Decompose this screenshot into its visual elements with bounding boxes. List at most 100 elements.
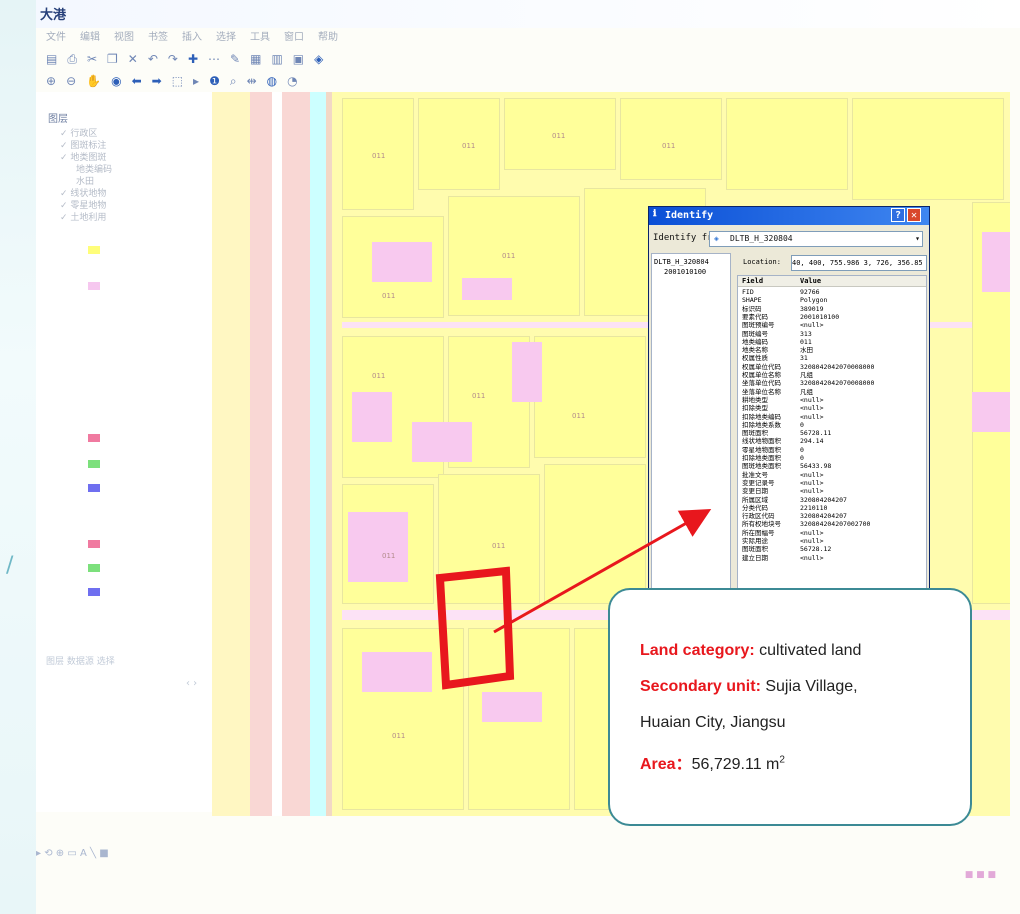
attribute-row[interactable]: 图斑面积 56728.12 [738, 545, 926, 553]
attribute-row[interactable]: 所属区域 320804204207 [738, 496, 926, 504]
scale-icon[interactable]: ⋯ [208, 52, 220, 66]
menu-item-window[interactable]: 窗口 [284, 28, 304, 46]
residential-parcel[interactable] [352, 392, 392, 442]
delete-icon[interactable]: ✕ [128, 52, 138, 66]
attribute-row[interactable]: 图斑地类面积 56433.98 [738, 462, 926, 470]
undo-icon[interactable]: ↶ [148, 52, 158, 66]
residential-parcel[interactable] [462, 278, 512, 300]
menu-item-view[interactable]: 视图 [114, 28, 134, 46]
land-parcel[interactable] [620, 98, 722, 180]
attribute-field: 图斑面积 [742, 429, 768, 438]
residential-parcel[interactable] [412, 422, 472, 462]
copy-icon[interactable]: ❐ [107, 52, 118, 66]
attribute-row[interactable]: 权属单位代码 3208042042070008000 [738, 363, 926, 371]
land-parcel[interactable] [438, 474, 540, 604]
identify-from-select[interactable]: ◈ DLTB_H_320804 ▾ [709, 231, 923, 247]
residential-parcel[interactable] [372, 242, 432, 282]
tree-layer-node[interactable]: DLTB_H_320804 [654, 258, 709, 266]
print-icon[interactable]: ⎙ [67, 52, 77, 67]
toc-layer-row[interactable]: ✓ 土地利用 [60, 210, 106, 223]
attribute-row[interactable]: 所在图幅号 <null> [738, 529, 926, 537]
pan-icon[interactable]: ✋ [86, 74, 101, 88]
toc-root-layers[interactable]: 图层 [48, 110, 68, 125]
attribute-row[interactable]: 建立日期 <null> [738, 554, 926, 562]
time-slider-icon[interactable]: ◔ [287, 74, 297, 88]
python-icon[interactable]: ◈ [314, 52, 323, 66]
attribute-row[interactable]: 扣除地类系数 0 [738, 421, 926, 429]
menu-item-edit[interactable]: 编辑 [80, 28, 100, 46]
residential-parcel[interactable] [348, 512, 408, 582]
back-icon[interactable]: ⬅ [132, 74, 142, 88]
attribute-row[interactable]: 实际用途 <null> [738, 537, 926, 545]
tree-feature-node[interactable]: 2001010100 [664, 268, 707, 276]
help-button[interactable]: ? [891, 208, 905, 222]
land-parcel[interactable] [534, 336, 646, 458]
attribute-row[interactable]: 权属性质 31 [738, 354, 926, 362]
attribute-row[interactable]: 变更记录号 <null> [738, 479, 926, 487]
attribute-row[interactable]: 扣除地类面积 0 [738, 454, 926, 462]
attribute-row[interactable]: 坐落单位代码 3208042042070008000 [738, 379, 926, 387]
residential-parcel[interactable] [482, 692, 542, 722]
residential-parcel[interactable] [982, 232, 1010, 292]
cut-icon[interactable]: ✂ [87, 52, 97, 66]
attribute-row[interactable]: 图斑预编号 <null> [738, 321, 926, 329]
chevron-down-icon[interactable]: ▾ [915, 232, 920, 246]
add-data-icon[interactable]: ✚ [188, 52, 198, 66]
attribute-row[interactable]: 权属单位名称 凡组 [738, 371, 926, 379]
attribute-row[interactable]: 地类名称 水田 [738, 346, 926, 354]
attribute-row[interactable]: 要素代码 2001010100 [738, 313, 926, 321]
residential-parcel[interactable] [972, 392, 1010, 432]
identify-icon[interactable]: ❶ [209, 74, 220, 88]
land-parcel[interactable] [418, 98, 500, 190]
attribute-row[interactable]: 标识码 389019 [738, 305, 926, 313]
zoom-out-icon[interactable]: ⊖ [66, 74, 76, 88]
close-button[interactable]: ✕ [907, 208, 921, 222]
catalog-icon[interactable]: ▥ [271, 52, 282, 66]
forward-icon[interactable]: ➡ [152, 74, 162, 88]
attribute-row[interactable]: 所有权地块号 320804204207002700 [738, 520, 926, 528]
attribute-row[interactable]: SHAPE Polygon [738, 296, 926, 304]
attribute-row[interactable]: 图斑编号 313 [738, 330, 926, 338]
editor-icon[interactable]: ✎ [230, 52, 240, 66]
menu-item-help[interactable]: 帮助 [318, 28, 338, 46]
attribute-row[interactable]: 分类代码 2210110 [738, 504, 926, 512]
zoom-in-icon[interactable]: ⊕ [46, 74, 56, 88]
residential-parcel[interactable] [362, 652, 432, 692]
toc-footer-tabs[interactable]: 图层 数据源 选择 [46, 654, 115, 667]
attribute-row[interactable]: 行政区代码 320804204207 [738, 512, 926, 520]
attribute-row[interactable]: 扣除类型 <null> [738, 404, 926, 412]
measure-icon[interactable]: ⇹ [247, 74, 257, 88]
menu-item-bookmarks[interactable]: 书签 [148, 28, 168, 46]
menu-item-file[interactable]: 文件 [46, 28, 66, 46]
menu-item-selection[interactable]: 选择 [216, 28, 236, 46]
attribute-field: 所属区域 [742, 495, 768, 504]
attribute-row[interactable]: 线状地物面积 294.14 [738, 437, 926, 445]
table-icon[interactable]: ▦ [250, 52, 261, 66]
attribute-row[interactable]: 地类编码 011 [738, 338, 926, 346]
globe-icon[interactable]: ◍ [267, 74, 277, 88]
menu-item-tools[interactable]: 工具 [250, 28, 270, 46]
attribute-row[interactable]: 图斑面积 56728.11 [738, 429, 926, 437]
land-parcel[interactable] [726, 98, 848, 190]
toc-scroll-icon[interactable]: ‹ › [186, 678, 197, 689]
attribute-row[interactable]: 变更日期 <null> [738, 487, 926, 495]
attribute-row[interactable]: 耕地类型 <null> [738, 396, 926, 404]
attribute-row[interactable]: 坐落单位名称 凡组 [738, 388, 926, 396]
select-elements-icon[interactable]: ▸ [193, 74, 199, 88]
menu-item-insert[interactable]: 插入 [182, 28, 202, 46]
toolbox-icon[interactable]: ▣ [293, 52, 304, 66]
attribute-row[interactable]: 批准文号 <null> [738, 471, 926, 479]
parcel-label: 011 [382, 292, 396, 300]
residential-parcel[interactable] [512, 342, 542, 402]
land-parcel[interactable] [544, 464, 646, 604]
identify-title-bar[interactable]: ℹ Identify ? ✕ [649, 207, 929, 225]
attribute-row[interactable]: FID 92766 [738, 288, 926, 296]
select-features-icon[interactable]: ⬚ [172, 74, 183, 88]
attribute-row[interactable]: 零星地物面积 0 [738, 446, 926, 454]
land-parcel[interactable] [852, 98, 1004, 200]
attribute-row[interactable]: 扣除地类编码 <null> [738, 413, 926, 421]
full-extent-icon[interactable]: ◉ [111, 74, 121, 88]
redo-icon[interactable]: ↷ [168, 52, 178, 66]
find-icon[interactable]: ⌕ [230, 74, 237, 89]
save-icon[interactable]: ▤ [46, 52, 57, 66]
